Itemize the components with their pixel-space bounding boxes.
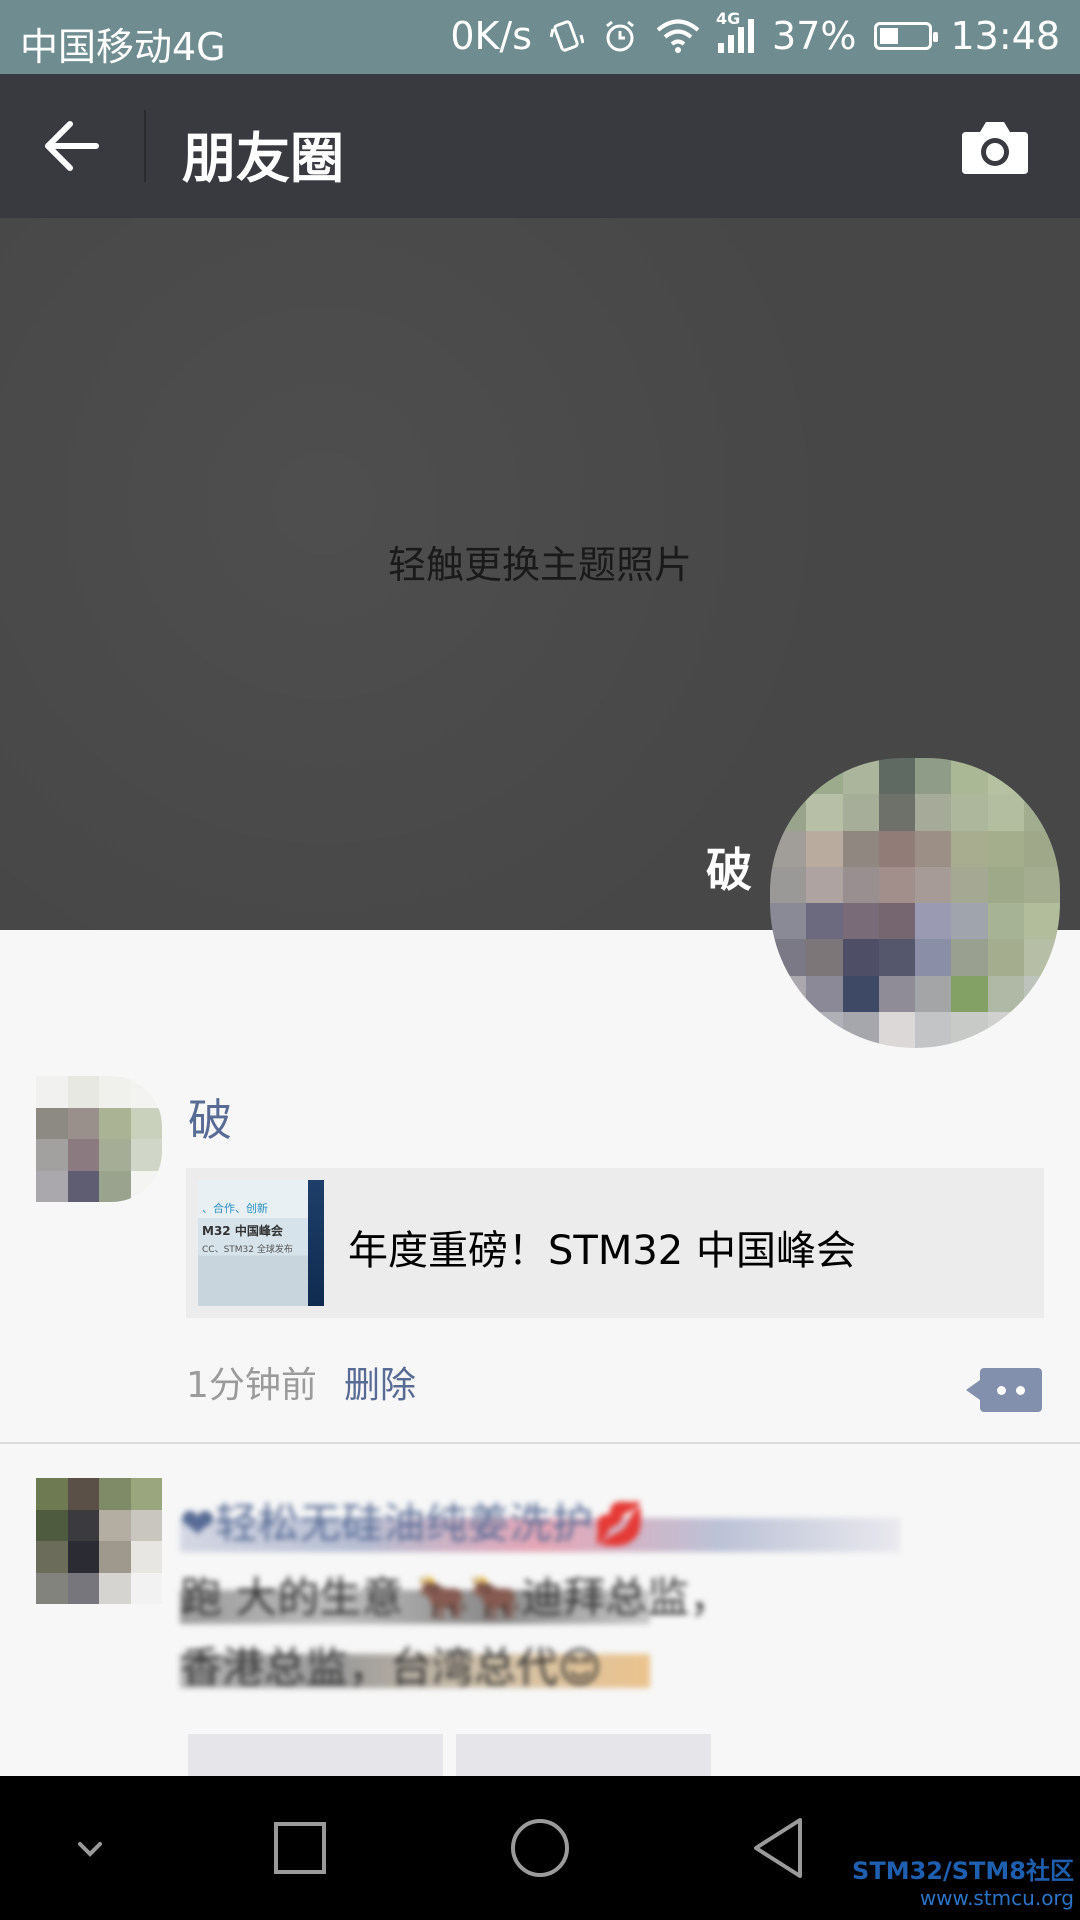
app-header: 朋友圈: [0, 74, 1080, 218]
link-title: 年度重磅！STM32 中国峰会: [348, 1228, 856, 1274]
cover-hint: 轻触更换主题照片: [387, 543, 692, 587]
signal-group: 4G: [716, 9, 755, 53]
status-bar: 中国移动4G 0K/s 4G 37% 13:48: [0, 0, 1080, 74]
header-divider: [144, 110, 146, 182]
vibrate-icon: [550, 20, 585, 52]
wifi-icon: [656, 19, 700, 53]
moment-timestamp: 1分钟前: [186, 1365, 317, 1406]
back-triangle-icon[interactable]: [740, 1812, 820, 1884]
network-type-label: 4G: [716, 9, 741, 28]
shared-link-card[interactable]: 、合作、创新 M32 中国峰会 CC、STM32 全球发布 年度重磅！STM32…: [186, 1168, 1044, 1318]
comment-dot-icon: [1016, 1386, 1025, 1395]
page-title: 朋友圈: [182, 127, 344, 190]
post2-line1: ❤轻松无硅油纯姜洗护💋: [180, 1499, 646, 1548]
comment-button[interactable]: [966, 1368, 1042, 1412]
arrow-left-icon[interactable]: [40, 120, 100, 172]
watermark-url: www.stmcu.org: [919, 1886, 1074, 1910]
carrier-label: 中国移动4G: [20, 25, 226, 69]
profile-avatar[interactable]: [770, 758, 1060, 1048]
network-speed: 0K/s: [450, 14, 533, 58]
watermark-title: STM32/STM8社区: [852, 1857, 1074, 1885]
moment-user-name[interactable]: 破: [188, 1084, 232, 1148]
comment-dot-icon: [997, 1386, 1006, 1395]
moment-avatar[interactable]: [36, 1076, 162, 1202]
camera-icon[interactable]: [960, 118, 1030, 176]
post2-line2: 跑 大的生意 🐂🐂迪拜总监，: [180, 1573, 732, 1622]
post2-avatar[interactable]: [36, 1478, 162, 1604]
battery-icon: [874, 22, 939, 50]
system-nav-bar: STM32/STM8社区 www.stmcu.org: [0, 1776, 1080, 1920]
battery-percent: 37%: [772, 14, 857, 58]
status-right-group: 0K/s 4G 37% 13:48: [450, 9, 1060, 58]
post2-line3: 香港总监，台湾总代😊: [180, 1643, 602, 1692]
clock: 13:48: [950, 14, 1060, 58]
thumb-text-line3: CC、STM32 全球发布: [202, 1245, 293, 1255]
link-thumbnail: 、合作、创新 M32 中国峰会 CC、STM32 全球发布: [198, 1180, 324, 1306]
delete-link[interactable]: 删除: [344, 1356, 416, 1408]
thumb-text-line2: M32 中国峰会: [202, 1224, 283, 1238]
alarm-icon: [606, 20, 634, 52]
recents-square-icon[interactable]: [260, 1812, 340, 1884]
cover-user-name: 破: [706, 843, 752, 897]
battery-fill: [880, 28, 898, 44]
home-circle-icon[interactable]: [500, 1812, 580, 1884]
post2-content[interactable]: ❤轻松无硅油纯姜洗护💋 跑 大的生意 🐂🐂迪拜总监， 香港总监，台湾总代😊: [180, 1490, 1060, 1770]
post2-image-1[interactable]: [188, 1734, 443, 1778]
post2-image-2[interactable]: [456, 1734, 711, 1778]
chevron-down-icon[interactable]: [50, 1812, 130, 1884]
thumb-text-line1: 、合作、创新: [202, 1202, 268, 1215]
feed-divider: [0, 1442, 1080, 1444]
watermark: STM32/STM8社区 www.stmcu.org: [852, 1851, 1074, 1910]
thumb-stripe: [308, 1180, 324, 1306]
